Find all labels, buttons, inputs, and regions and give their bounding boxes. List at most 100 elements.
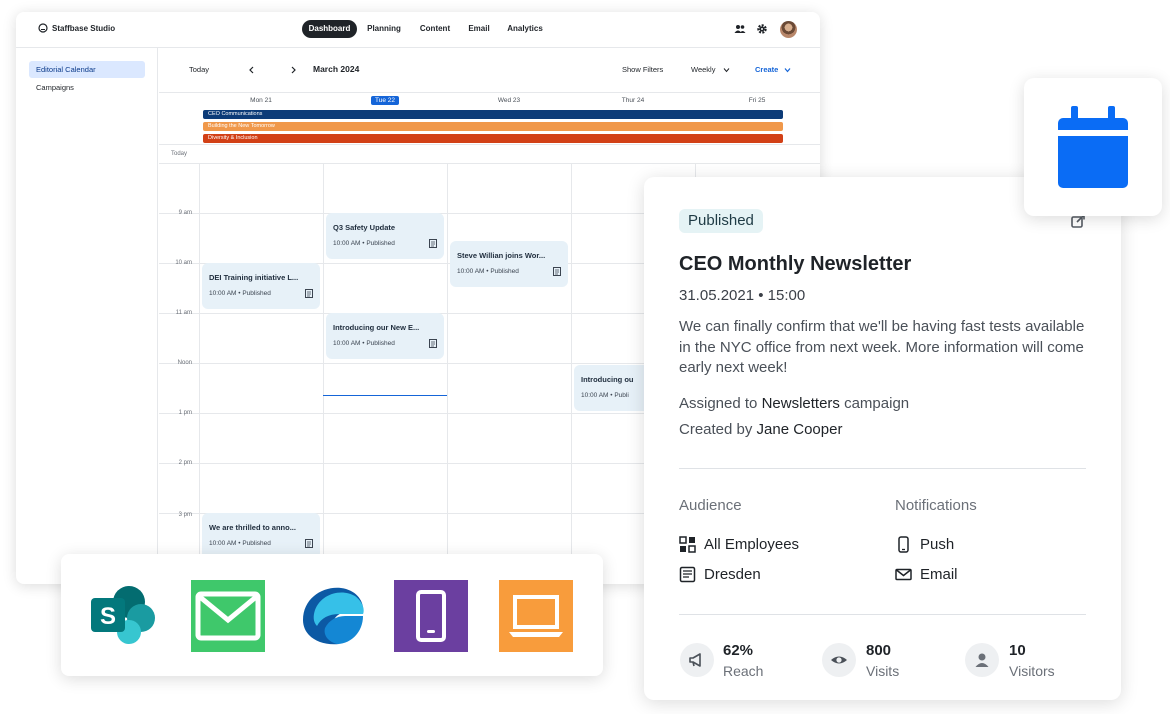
calendar-toolbar: Today March 2024 Show Filters Weekly Cre…	[159, 48, 820, 93]
view-select-label: Weekly	[691, 65, 716, 74]
nav-content[interactable]: Content	[414, 20, 456, 38]
assigned-campaign-link[interactable]: Newsletters	[762, 395, 840, 412]
event-card[interactable]: DEI Training initiative L... 10:00 AM • …	[202, 263, 320, 309]
created-by-line: Created by Jane Cooper	[679, 421, 842, 438]
newsletter-icon	[305, 539, 313, 548]
event-meta: 10:00 AM • Published	[333, 340, 395, 347]
day-header-tue-label: Tue 22	[371, 96, 399, 105]
time-label-1pm: 1 pm	[178, 410, 192, 416]
user-avatar[interactable]	[780, 21, 797, 38]
calendar-icon	[1058, 106, 1128, 188]
status-badge: Published	[679, 209, 763, 233]
newsletter-icon	[305, 289, 313, 298]
desktop-icon[interactable]	[499, 580, 573, 652]
notifications-heading: Notifications	[895, 497, 977, 514]
event-title: Q3 Safety Update	[333, 223, 396, 232]
day-header-tue-today[interactable]: Tue 22	[355, 96, 415, 105]
grid-column-line	[323, 164, 324, 584]
gear-icon[interactable]	[756, 23, 768, 35]
chevron-down-icon[interactable]	[784, 67, 791, 73]
reach-label: Reach	[723, 663, 764, 679]
event-meta: 10:00 AM • Published	[333, 240, 395, 247]
day-header-thu[interactable]: Thur 24	[603, 97, 663, 104]
time-label-3pm: 3 pm	[178, 512, 192, 518]
event-card[interactable]: Q3 Safety Update 10:00 AM • Published	[326, 213, 444, 259]
visitors-label: Visitors	[1009, 663, 1055, 679]
show-filters-button[interactable]: Show Filters	[622, 65, 663, 74]
nav-planning[interactable]: Planning	[362, 20, 406, 38]
app-name: Staffbase Studio	[52, 23, 116, 33]
today-row-label: Today	[171, 151, 188, 157]
reach-value: 62%	[723, 642, 754, 659]
app-logo[interactable]: Staffbase Studio	[38, 23, 115, 33]
newsletter-icon	[429, 239, 437, 248]
campaign-bar-ceo-communications[interactable]: CEO Communications	[203, 110, 783, 119]
today-row	[159, 144, 820, 164]
assigned-prefix: Assigned to	[679, 395, 762, 412]
sidebar: Editorial Calendar Campaigns	[16, 48, 158, 584]
nav-email[interactable]: Email	[462, 20, 496, 38]
calendar-tile	[1024, 78, 1162, 216]
time-label-10am: 10 am	[175, 260, 192, 266]
day-header-wed[interactable]: Wed 23	[479, 97, 539, 104]
month-title: March 2024	[313, 64, 360, 74]
nav-analytics[interactable]: Analytics	[503, 20, 547, 38]
event-title: Introducing ou	[581, 375, 634, 384]
channels-panel: S	[61, 554, 603, 676]
location-group-icon	[679, 566, 696, 583]
grid-column-line	[199, 164, 200, 584]
event-meta: 10:00 AM • Publi	[581, 392, 629, 399]
person-icon	[965, 643, 999, 677]
chevron-left-icon[interactable]	[248, 66, 255, 74]
event-card[interactable]: Steve Willian joins Wor... 10:00 AM • Pu…	[450, 241, 568, 287]
event-meta: 10:00 AM • Published	[457, 268, 519, 275]
reach-icon	[680, 643, 714, 677]
divider	[679, 614, 1086, 615]
day-header-fri[interactable]: Fri 25	[727, 97, 787, 104]
post-title: CEO Monthly Newsletter	[679, 253, 912, 275]
event-title: We are thrilled to anno...	[209, 523, 296, 532]
chevron-right-icon[interactable]	[290, 66, 297, 74]
divider	[679, 468, 1086, 469]
post-description: We can finally confirm that we'll be hav…	[679, 318, 1085, 376]
push-phone-icon	[898, 536, 909, 553]
users-icon[interactable]	[734, 23, 746, 35]
time-label-9am: 9 am	[178, 210, 192, 216]
grid-column-line	[571, 164, 572, 584]
newsletter-icon	[553, 267, 561, 276]
top-navigation-bar: Staffbase Studio Dashboard Planning Cont…	[16, 12, 820, 48]
sidebar-item-editorial-calendar[interactable]: Editorial Calendar	[29, 61, 145, 78]
campaign-bar-building-new-tomorrow[interactable]: Building the New Tomorrow	[203, 122, 783, 131]
mobile-app-icon[interactable]	[394, 580, 468, 652]
campaign-bar-diversity-inclusion[interactable]: Diversity & Inclusion	[203, 134, 783, 143]
nav-dashboard[interactable]: Dashboard	[302, 20, 357, 38]
notification-item: Push	[895, 536, 954, 553]
author-name: Jane Cooper	[756, 421, 843, 438]
sharepoint-icon[interactable]: S	[87, 580, 161, 652]
staffbase-logo-icon	[38, 23, 48, 33]
create-button-label: Create	[755, 65, 779, 74]
email-icon[interactable]	[191, 580, 265, 652]
event-meta: 10:00 AM • Published	[209, 540, 271, 547]
sidebar-item-campaigns[interactable]: Campaigns	[29, 79, 145, 96]
event-card[interactable]: Introducing our New E... 10:00 AM • Publ…	[326, 313, 444, 359]
event-title: Introducing our New E...	[333, 323, 420, 332]
chevron-down-icon[interactable]	[723, 67, 730, 73]
assigned-suffix: campaign	[839, 395, 910, 412]
envelope-icon	[895, 568, 912, 581]
notification-item-label: Email	[920, 566, 958, 583]
visits-value: 800	[866, 642, 892, 659]
newsletter-icon	[429, 339, 437, 348]
today-button[interactable]: Today	[189, 65, 209, 74]
audience-item: All Employees	[679, 536, 799, 553]
event-title: DEI Training initiative L...	[209, 273, 299, 282]
audience-item-label: Dresden	[704, 566, 761, 583]
view-select[interactable]: Weekly	[691, 65, 715, 74]
create-button[interactable]: Create	[755, 65, 778, 74]
event-meta: 10:00 AM • Published	[209, 290, 271, 297]
notification-item-label: Push	[920, 536, 955, 553]
event-card[interactable]: We are thrilled to anno... 10:00 AM • Pu…	[202, 513, 320, 559]
created-prefix: Created by	[679, 421, 757, 438]
edge-browser-icon[interactable]	[295, 580, 369, 652]
day-header-mon[interactable]: Mon 21	[231, 97, 291, 104]
